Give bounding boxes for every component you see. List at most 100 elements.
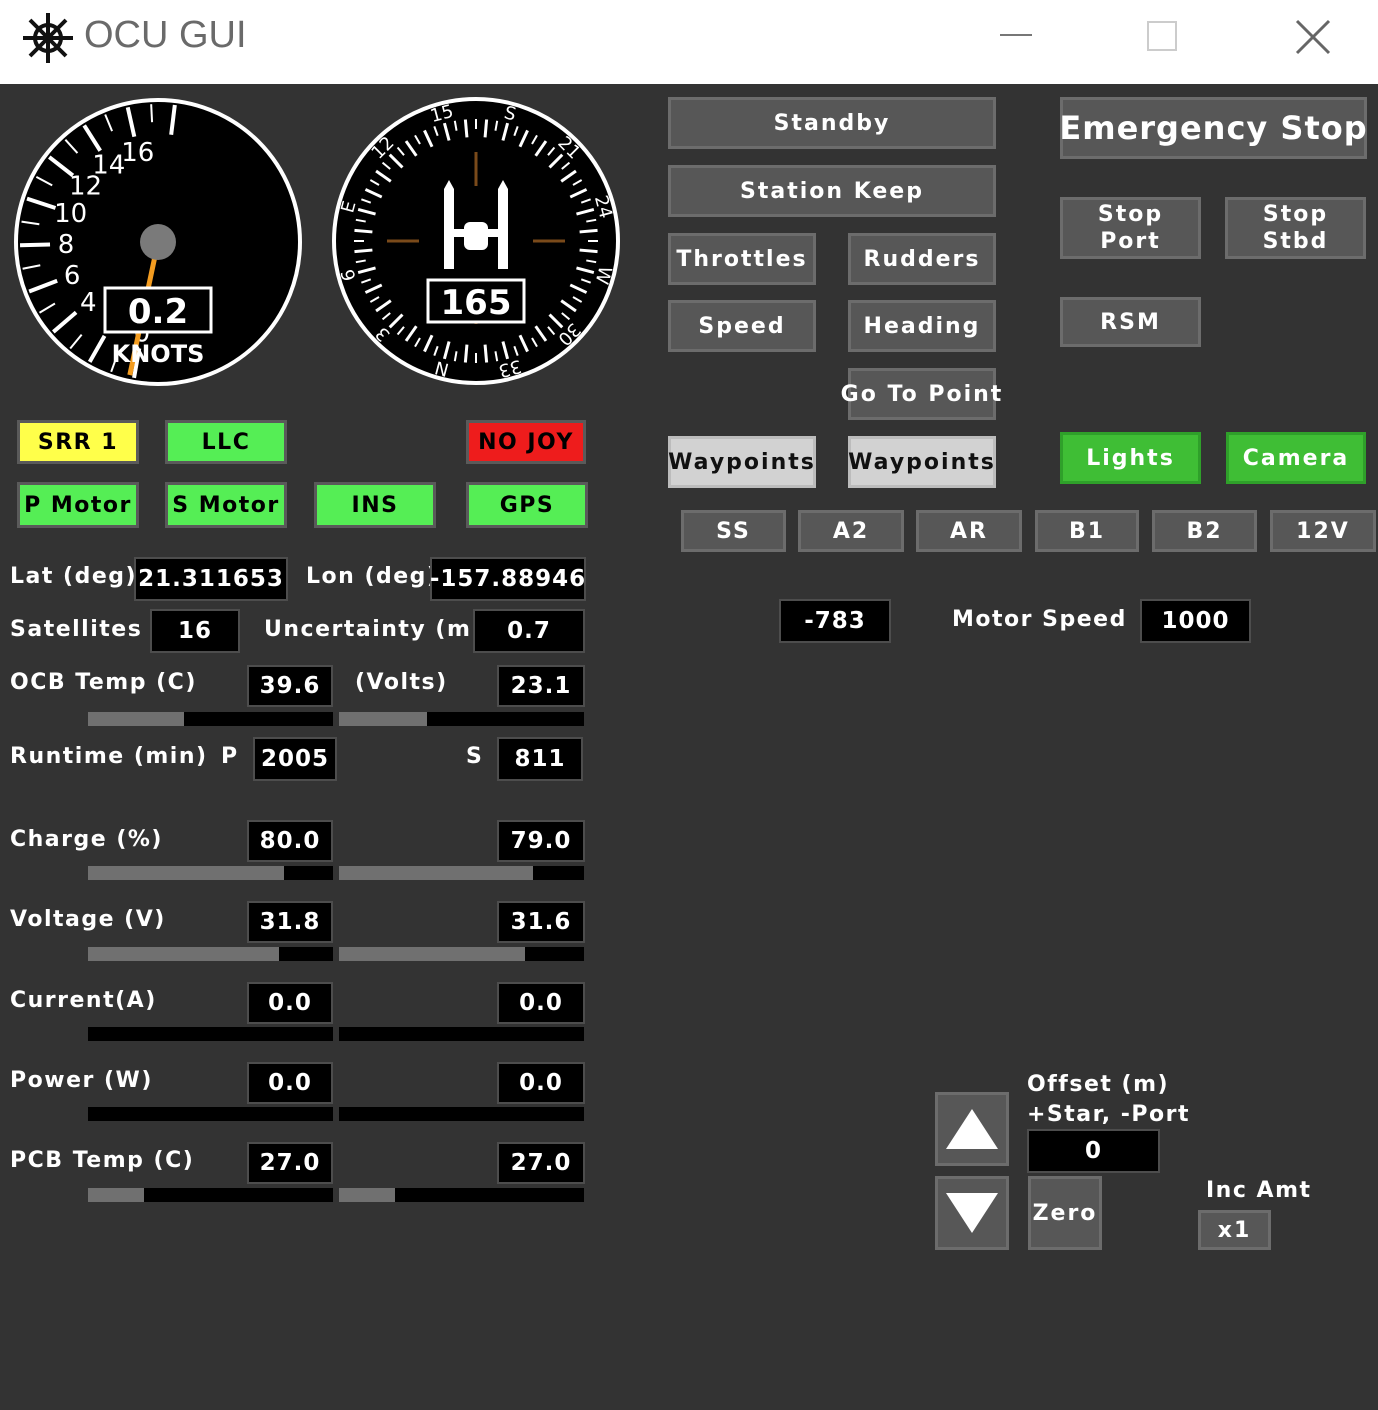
status-srr1: SRR 1 xyxy=(17,420,139,464)
close-icon[interactable] xyxy=(1294,18,1332,56)
stop-port-line2: Port xyxy=(1100,229,1161,254)
charge-p-value: 80.0 xyxy=(247,820,333,862)
speed-button[interactable]: Speed xyxy=(668,300,816,352)
speed-scale-label: 8 xyxy=(58,230,75,260)
ocb-temp-label: OCB Temp (C) xyxy=(10,670,197,695)
speed-unit: KNOTS xyxy=(112,340,205,368)
power-s-bar xyxy=(339,1107,584,1121)
speed-readout: 0.2 xyxy=(128,292,188,332)
power-button-12v[interactable]: 12V xyxy=(1270,510,1376,552)
speed-scale-label: 6 xyxy=(64,261,81,291)
power-button-a2[interactable]: A2 xyxy=(798,510,904,552)
stop-stbd-line1: Stop xyxy=(1262,202,1329,227)
runtime-p-label: P xyxy=(221,744,239,769)
current-p-bar xyxy=(88,1027,333,1041)
heading-button[interactable]: Heading xyxy=(848,300,996,352)
maximize-icon[interactable] xyxy=(1147,21,1177,51)
power-button-ss[interactable]: SS xyxy=(681,510,786,552)
runtime-label: Runtime (min) xyxy=(10,744,208,769)
offset-value[interactable]: 0 xyxy=(1027,1129,1160,1173)
arrow-up-icon xyxy=(946,1109,998,1149)
offset-label: Offset (m) xyxy=(1027,1072,1170,1097)
pcb-temp-s-bar xyxy=(339,1188,584,1202)
pcb-temp-p-bar xyxy=(88,1188,333,1202)
arrow-down-icon xyxy=(946,1193,998,1233)
power-button-b1[interactable]: B1 xyxy=(1035,510,1139,552)
charge-label: Charge (%) xyxy=(10,827,163,852)
ocb-temp-value: 39.6 xyxy=(247,665,333,707)
needle-hub xyxy=(140,224,176,260)
title-bar: OCU GUI xyxy=(0,0,1378,84)
offset-up-button[interactable] xyxy=(935,1092,1009,1166)
current-label: Current(A) xyxy=(10,988,157,1013)
compass-tick xyxy=(354,248,373,254)
power-button-ar[interactable]: AR xyxy=(916,510,1022,552)
volts-label: (Volts) xyxy=(355,670,448,695)
runtime-p-value: 2005 xyxy=(253,737,337,781)
volts-bar xyxy=(339,712,584,726)
compass-tick xyxy=(463,119,469,138)
rudders-button[interactable]: Rudders xyxy=(848,233,996,285)
stop-stbd-button[interactable]: Stop Stbd xyxy=(1225,197,1366,259)
stop-port-button[interactable]: Stop Port xyxy=(1060,197,1201,259)
compass-tick xyxy=(483,344,489,363)
status-llc: LLC xyxy=(165,420,287,464)
power-s-value: 0.0 xyxy=(497,1062,585,1104)
throttles-button[interactable]: Throttles xyxy=(668,233,816,285)
compass: N36E1215 S2124W3033 165 xyxy=(332,97,620,385)
voltage-p-value: 31.8 xyxy=(247,901,333,943)
inc-amt-label: Inc Amt xyxy=(1206,1178,1312,1203)
status-ins: INS xyxy=(314,482,436,528)
station-keep-button[interactable]: Station Keep xyxy=(668,165,996,217)
lon-value: -157.88946 xyxy=(430,557,586,601)
minimize-icon[interactable] xyxy=(1000,34,1032,36)
rsm-button[interactable]: RSM xyxy=(1060,297,1201,347)
pcb-temp-p-value: 27.0 xyxy=(247,1142,333,1184)
power-label: Power (W) xyxy=(10,1068,153,1093)
camera-button[interactable]: Camera xyxy=(1226,432,1366,484)
status-s-motor: S Motor xyxy=(165,482,287,528)
voltage-label: Voltage (V) xyxy=(10,907,166,932)
uncertainty-value: 0.7 xyxy=(473,609,585,653)
motor-speed-label: Motor Speed xyxy=(952,607,1127,632)
go-to-point-button[interactable]: Go To Point xyxy=(841,368,1001,420)
stop-port-line1: Stop xyxy=(1097,202,1164,227)
status-p-motor: P Motor xyxy=(17,482,139,528)
ocb-temp-bar xyxy=(88,712,333,726)
speed-tick xyxy=(19,242,51,248)
pcb-temp-label: PCB Temp (C) xyxy=(10,1148,195,1173)
speed-scale-label: 16 xyxy=(121,138,154,168)
voltage-s-value: 31.6 xyxy=(497,901,585,943)
speed-scale-label: 10 xyxy=(54,199,87,229)
compass-tick xyxy=(579,228,598,234)
zero-button[interactable]: Zero xyxy=(1028,1176,1102,1250)
speed-tick xyxy=(150,104,154,123)
offset-down-button[interactable] xyxy=(935,1176,1009,1250)
waypoints-button-2[interactable]: Waypoints xyxy=(848,436,996,488)
lights-button[interactable]: Lights xyxy=(1060,432,1201,484)
satellites-value: 16 xyxy=(150,609,240,653)
standby-button[interactable]: Standby xyxy=(668,97,996,149)
motor-left-value: -783 xyxy=(779,599,891,643)
volts-value: 23.1 xyxy=(497,665,585,707)
charge-p-bar xyxy=(88,866,333,880)
stop-stbd-line2: Stbd xyxy=(1262,229,1329,254)
speed-gauge: 0246810121416 0.2 KNOTS xyxy=(14,98,302,386)
waypoints-button-1[interactable]: Waypoints xyxy=(668,436,816,488)
current-p-value: 0.0 xyxy=(247,982,333,1024)
helm-wheel-icon xyxy=(23,13,73,63)
compass-tick xyxy=(354,228,373,234)
compass-tick xyxy=(579,248,598,254)
speed-scale-label: 4 xyxy=(80,288,97,318)
lat-label: Lat (deg) xyxy=(10,564,138,589)
power-button-b2[interactable]: B2 xyxy=(1152,510,1257,552)
status-no-joy: NO JOY xyxy=(466,420,586,464)
status-gps: GPS xyxy=(466,482,588,528)
emergency-stop-button[interactable]: Emergency Stop xyxy=(1059,97,1367,159)
power-p-value: 0.0 xyxy=(247,1062,333,1104)
power-p-bar xyxy=(88,1107,333,1121)
motor-speed-value[interactable]: 1000 xyxy=(1140,599,1251,643)
uncertainty-label: Uncertainty (m) xyxy=(264,617,483,642)
offset-direction-label: +Star, -Port xyxy=(1027,1102,1191,1127)
inc-amt-button[interactable]: x1 xyxy=(1198,1210,1271,1250)
